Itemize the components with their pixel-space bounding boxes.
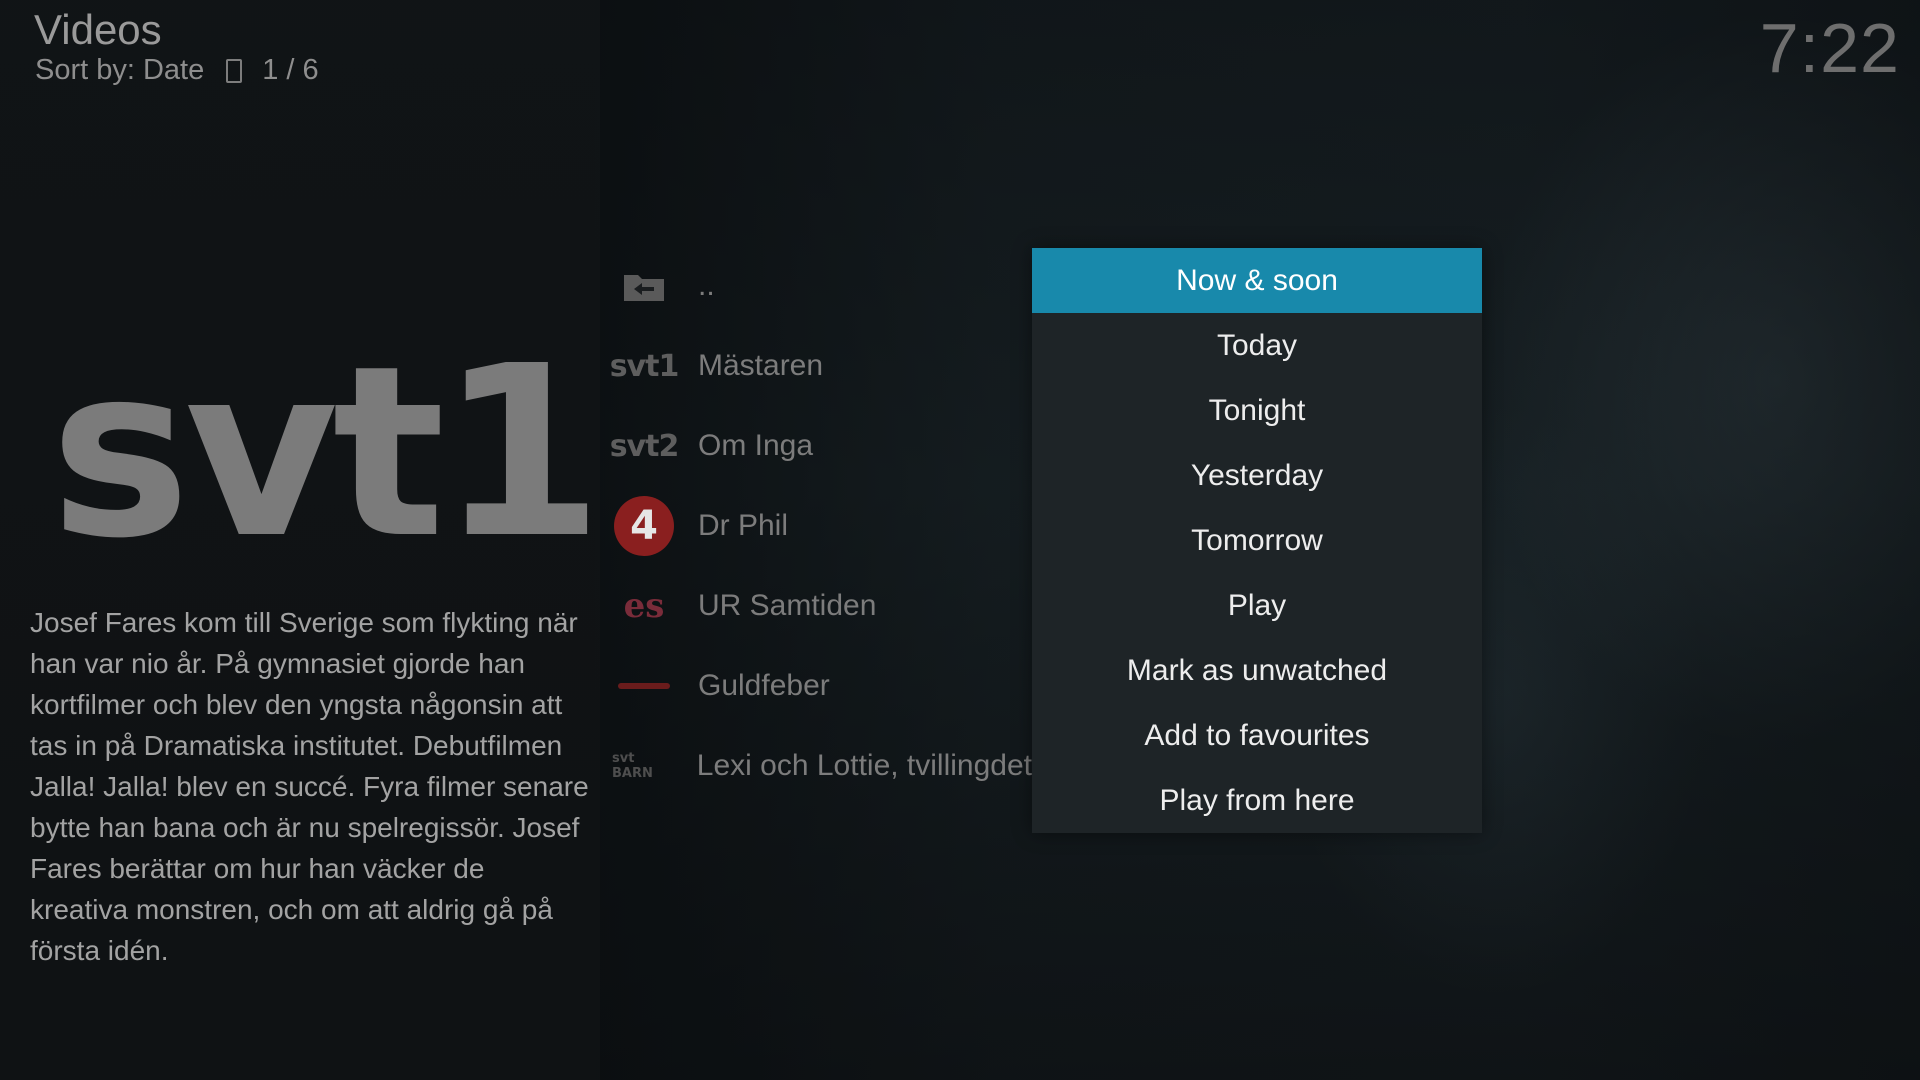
svt2-logo-icon: svt2: [609, 428, 680, 464]
clock: 7:22: [1759, 9, 1900, 87]
svt1-logo-icon: svt1: [609, 348, 680, 384]
channel-logo: svt1: [50, 315, 603, 590]
menu-item-play[interactable]: Play: [1032, 573, 1482, 638]
menu-item-now-and-soon[interactable]: Now & soon: [1032, 248, 1482, 313]
list-item-label: Guldfeber: [698, 669, 830, 702]
video-list: .. svt1 Mästaren svt2 Om Inga 4 Dr Phil …: [609, 246, 1032, 806]
plot-description: Josef Fares kom till Sverige som flyktin…: [30, 607, 589, 966]
list-item[interactable]: svt1 Mästaren: [609, 326, 1032, 406]
sort-direction-icon: [226, 58, 243, 83]
list-item-label: ..: [698, 269, 715, 302]
tv4-logo-icon: 4: [612, 496, 676, 556]
list-item[interactable]: Guldfeber: [612, 646, 1032, 726]
list-item[interactable]: es UR Samtiden: [612, 566, 1032, 646]
list-item-label: Om Inga: [698, 429, 814, 462]
channel-logo-icon: [612, 666, 676, 706]
page-title: Videos: [34, 6, 162, 53]
menu-item-add-favourites[interactable]: Add to favourites: [1032, 703, 1482, 768]
list-item-parent-folder[interactable]: ..: [612, 246, 1032, 326]
sort-info: Sort by: Date 1 / 6: [35, 54, 319, 87]
list-item-label: Mästaren: [698, 349, 824, 382]
menu-item-play-from-here[interactable]: Play from here: [1032, 768, 1482, 833]
menu-item-tonight[interactable]: Tonight: [1032, 378, 1482, 443]
folder-back-icon: [612, 266, 676, 306]
list-item-label: UR Samtiden: [698, 589, 877, 622]
menu-item-tomorrow[interactable]: Tomorrow: [1032, 508, 1482, 573]
list-item-label: Dr Phil: [698, 509, 789, 542]
sort-label: Sort by: Date: [35, 54, 205, 86]
list-item-label: Lexi och Lottie, tvillingdet: [696, 749, 1032, 782]
svt-barn-logo-icon: svt BARN: [612, 751, 653, 781]
list-item[interactable]: svt BARN Lexi och Lottie, tvillingdet: [612, 726, 1032, 806]
list-item[interactable]: 4 Dr Phil: [612, 486, 1032, 566]
menu-item-mark-unwatched[interactable]: Mark as unwatched: [1032, 638, 1482, 703]
page-position: 1 / 6: [262, 54, 319, 86]
menu-item-today[interactable]: Today: [1032, 313, 1482, 378]
ur-logo-icon: es: [623, 586, 665, 626]
context-menu: Now & soon Today Tonight Yesterday Tomor…: [1032, 248, 1482, 833]
list-item[interactable]: svt2 Om Inga: [609, 406, 1032, 486]
menu-item-yesterday[interactable]: Yesterday: [1032, 443, 1482, 508]
